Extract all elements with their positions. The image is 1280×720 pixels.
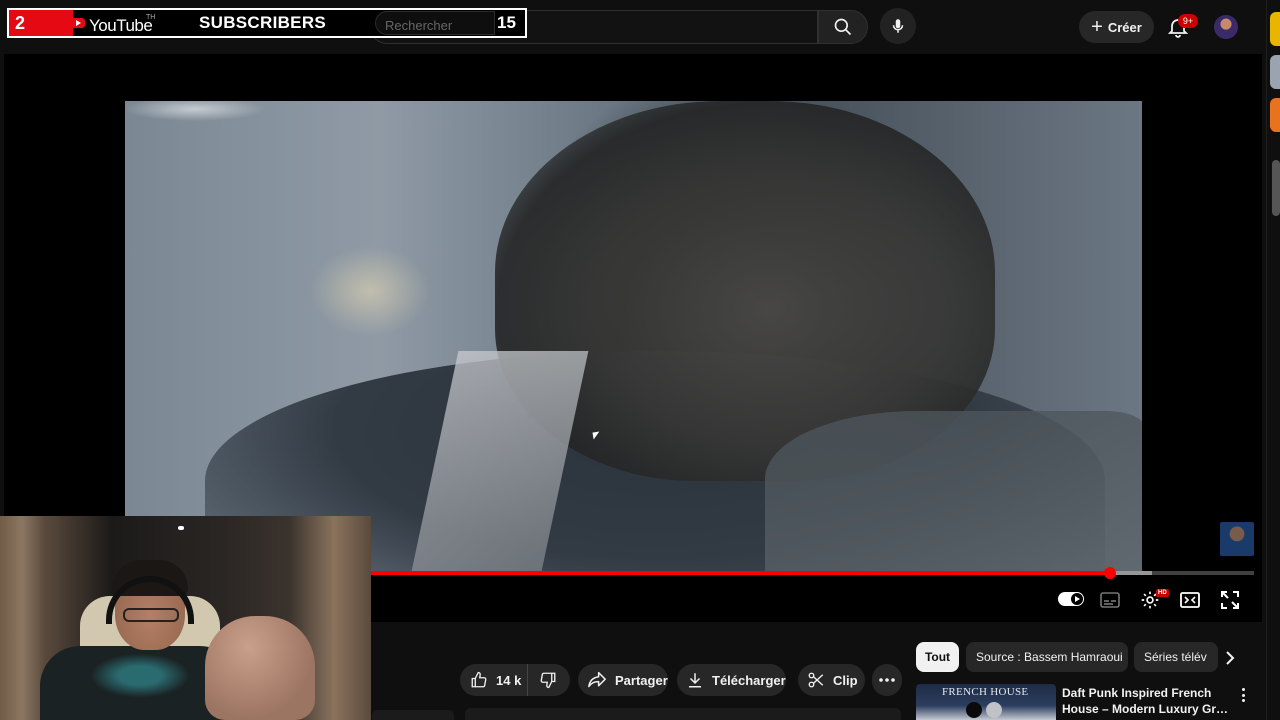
side-tab-yellow[interactable] <box>1270 12 1280 46</box>
hd-badge: HD <box>1156 589 1169 597</box>
download-label: Télécharger <box>712 672 786 688</box>
chip-series[interactable]: Séries télév <box>1134 642 1218 672</box>
side-tab-orange[interactable] <box>1270 98 1280 132</box>
more-icon <box>879 678 895 682</box>
channel-row-edge <box>372 710 454 720</box>
thumbnail-caption: FRENCH HOUSE <box>942 686 1029 698</box>
clip-label: Clip <box>833 672 858 688</box>
plus-icon: + <box>1091 16 1103 38</box>
search-placeholder-ghost: Rechercher <box>385 18 453 33</box>
share-icon <box>588 671 606 688</box>
like-button[interactable]: 14 k <box>460 664 528 696</box>
thumbnail-figure-light <box>986 702 1002 718</box>
channel-watermark[interactable] <box>1220 522 1254 556</box>
youtube-logo-icon <box>71 18 85 28</box>
theater-mode-button[interactable] <box>1176 587 1204 613</box>
webcam-person-knee <box>205 616 315 720</box>
chip-source[interactable]: Source : Bassem Hamraoui <box>966 642 1128 672</box>
dislike-icon <box>540 672 556 689</box>
search-button[interactable] <box>818 10 868 44</box>
chip-all[interactable]: Tout <box>916 642 959 672</box>
webcam-background-light <box>178 526 184 530</box>
chips-next-button[interactable] <box>1220 648 1240 668</box>
subscriber-count-right: 15 <box>497 13 516 32</box>
subscriber-count-left: 2 <box>15 13 26 33</box>
youtube-region-code: TH <box>146 14 156 21</box>
create-label: Créer <box>1107 19 1142 35</box>
subtitles-button[interactable] <box>1096 587 1124 613</box>
youtube-watch-page: + Créer 9+ 2 YouTube TH SUBSCRIBERS Rech… <box>0 0 1280 720</box>
scissors-icon <box>808 672 824 688</box>
progress-scrubber[interactable] <box>1104 567 1117 579</box>
mouse-cursor <box>592 431 601 440</box>
fullscreen-button[interactable] <box>1216 587 1244 613</box>
share-label: Partager <box>615 672 668 688</box>
download-icon <box>689 673 701 688</box>
like-count: 14 k <box>496 672 522 688</box>
webcam-overlay <box>0 516 371 720</box>
subscriber-counter-overlay: 2 YouTube TH SUBSCRIBERS Rechercher 15 <box>7 8 527 38</box>
fullscreen-icon <box>1221 591 1239 609</box>
dislike-button[interactable] <box>528 664 568 696</box>
kebab-icon[interactable] <box>1236 686 1250 704</box>
youtube-logo-text: YouTube <box>89 16 153 35</box>
like-dislike-group: 14 k <box>460 664 570 696</box>
theater-icon <box>1180 592 1200 608</box>
browser-side-strip <box>1266 0 1280 720</box>
recommendation-title-line2: House – Modern Luxury Groov... <box>1062 702 1232 716</box>
more-actions-button[interactable] <box>872 664 902 696</box>
notification-badge: 9+ <box>1178 14 1198 28</box>
recommendation-title-line1: Daft Punk Inspired French <box>1062 686 1212 700</box>
scrollbar-thumb[interactable] <box>1272 160 1280 216</box>
share-button[interactable]: Partager <box>578 664 668 696</box>
subscribers-label: SUBSCRIBERS <box>199 13 327 32</box>
webcam-person-glasses <box>123 608 179 622</box>
voice-search-button[interactable] <box>880 8 916 44</box>
subtitles-icon <box>1100 592 1120 608</box>
recommendation-thumbnail[interactable]: FRENCH HOUSE <box>916 684 1056 720</box>
autoplay-toggle[interactable] <box>1058 592 1084 606</box>
video-foreground-object <box>765 411 1142 571</box>
recommendation-title[interactable]: Daft Punk Inspired French House – Modern… <box>1062 685 1232 717</box>
chevron-right-icon <box>1226 651 1235 665</box>
description-box-edge <box>465 708 901 720</box>
create-button[interactable]: + Créer <box>1079 11 1154 43</box>
video-frame[interactable] <box>125 101 1142 571</box>
clip-button[interactable]: Clip <box>798 664 865 696</box>
side-tab-gray[interactable] <box>1270 55 1280 89</box>
thumbnail-figure-dark <box>966 702 982 718</box>
autoplay-play-icon <box>1071 593 1083 605</box>
search-icon <box>834 18 852 36</box>
mic-icon <box>892 19 904 33</box>
avatar[interactable] <box>1214 15 1238 39</box>
download-button[interactable]: Télécharger <box>677 664 786 696</box>
like-icon <box>471 671 487 688</box>
